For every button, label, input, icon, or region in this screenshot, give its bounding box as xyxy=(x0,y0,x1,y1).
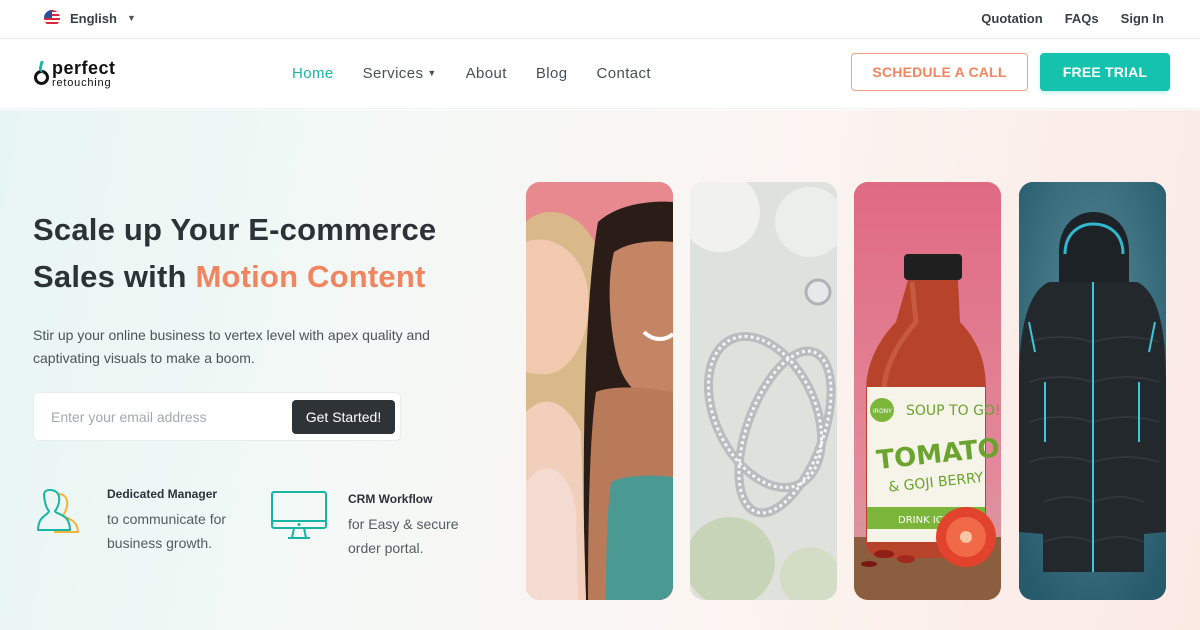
feature-title: Dedicated Manager xyxy=(107,487,218,501)
schedule-call-button[interactable]: SCHEDULE A CALL xyxy=(851,53,1028,91)
nav-menu: Home Services ▼ About Blog Contact xyxy=(292,65,651,82)
nav-item-home[interactable]: Home xyxy=(292,65,334,82)
feature-crm-workflow: CRM Workflow for Easy & secure order por… xyxy=(270,490,459,556)
feature-description: to communicate for business growth. xyxy=(107,511,227,551)
hero-subtext: Stir up your online business to vertex l… xyxy=(33,327,430,366)
hero-headline-accent: Motion Content xyxy=(195,259,426,294)
chevron-down-icon: ▼ xyxy=(427,68,437,78)
hero-section: Scale up Your E-commerce Sales with Moti… xyxy=(0,110,1200,630)
feature-text: CRM Workflow for Easy & secure order por… xyxy=(348,492,488,560)
top-links: Quotation FAQs Sign In xyxy=(981,11,1164,26)
diamond-rings-image xyxy=(690,182,837,600)
nav-item-contact[interactable]: Contact xyxy=(596,65,651,82)
bottle-badge-text: IRONY xyxy=(873,408,892,415)
nav-item-services-label: Services xyxy=(362,65,424,82)
quotation-link[interactable]: Quotation xyxy=(981,11,1042,26)
email-signup-form: Get Started! xyxy=(33,392,401,441)
free-trial-button[interactable]: FREE TRIAL xyxy=(1040,53,1170,91)
email-input[interactable] xyxy=(34,393,289,440)
portrait-models-image xyxy=(526,182,673,600)
feature-dedicated-manager: Dedicated Manager to communicate for bus… xyxy=(36,486,226,551)
bottle-illustration: SOUP TO GO! TOMATO & GOJI BERRY DRINK IC… xyxy=(854,182,1001,600)
users-icon xyxy=(37,489,79,533)
logo-mark-icon xyxy=(33,61,51,87)
logo-line2: retouching xyxy=(52,77,112,89)
hero-headline: Scale up Your E-commerce Sales with Moti… xyxy=(33,206,493,300)
rings-illustration xyxy=(690,182,837,600)
feature-text: Dedicated Manager to communicate for bus… xyxy=(107,487,247,555)
feature-description: for Easy & secure order portal. xyxy=(348,516,459,556)
logo-line1: perfect xyxy=(52,58,116,78)
portrait-illustration xyxy=(526,182,673,600)
us-flag-icon xyxy=(44,10,60,26)
language-selector[interactable]: English ▼ xyxy=(44,10,136,26)
faqs-link[interactable]: FAQs xyxy=(1065,11,1099,26)
nav-item-services[interactable]: Services ▼ xyxy=(363,65,437,82)
logo[interactable]: perfect retouching xyxy=(33,59,116,89)
language-label: English xyxy=(70,10,117,26)
get-started-button[interactable]: Get Started! xyxy=(292,400,395,434)
jacket-illustration xyxy=(1019,182,1166,600)
nav-item-about[interactable]: About xyxy=(466,65,507,82)
monitor-icon xyxy=(271,491,327,539)
feature-title: CRM Workflow xyxy=(348,492,433,506)
bottle-brand-text: SOUP TO GO! xyxy=(906,403,1001,419)
sauce-bottle-image: SOUP TO GO! TOMATO & GOJI BERRY DRINK IC… xyxy=(854,182,1001,600)
logo-text: perfect retouching xyxy=(52,59,116,89)
top-utility-bar: English ▼ Quotation FAQs Sign In xyxy=(0,0,1200,39)
caret-down-icon: ▼ xyxy=(126,13,136,23)
nav-item-blog[interactable]: Blog xyxy=(536,65,568,82)
sign-in-link[interactable]: Sign In xyxy=(1121,11,1164,26)
main-navbar: perfect retouching Home Services ▼ About … xyxy=(0,39,1200,109)
puffer-jacket-image xyxy=(1019,182,1166,600)
